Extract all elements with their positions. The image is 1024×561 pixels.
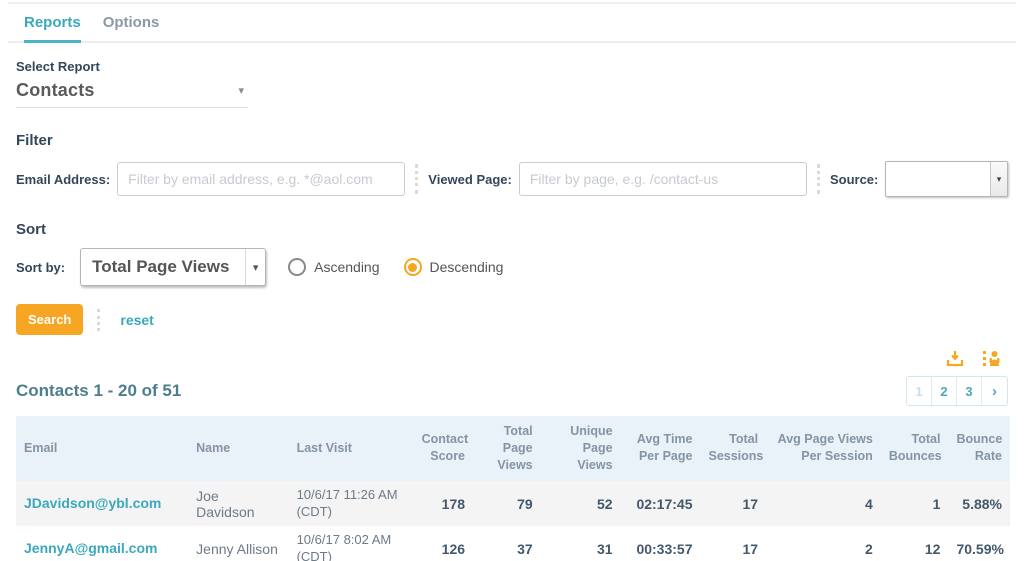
unique-page-views-cell: 52 <box>596 495 613 512</box>
total-sessions-cell: 17 <box>742 541 759 558</box>
tab-bar: Reports Options <box>8 4 1016 43</box>
total-page-views-cell: 79 <box>517 495 533 512</box>
ascending-label: Ascending <box>314 259 380 275</box>
search-button[interactable]: Search <box>16 304 84 335</box>
last-visit-cell: 10/6/17 8:02 AM (CDT) <box>296 532 392 561</box>
total-bounces-cell: 12 <box>924 541 941 558</box>
sort-row: Sort by: Total Page Views ▾ Ascending De… <box>16 248 1008 286</box>
column-header: Name <box>196 440 231 455</box>
filter-heading: Filter <box>16 132 53 149</box>
report-select[interactable]: Contacts ▾ <box>16 77 248 108</box>
column-header: Unique Page Views <box>570 424 613 472</box>
email-filter-label: Email Address: <box>16 171 111 187</box>
page-button-1[interactable]: 1 <box>907 377 932 405</box>
chevron-down-icon: ▾ <box>252 261 259 274</box>
sort-by-label: Sort by: <box>16 259 66 275</box>
viewed-page-filter-input[interactable] <box>518 162 807 196</box>
user-list-icon[interactable] <box>982 349 1002 372</box>
descending-label: Descending <box>429 259 504 275</box>
column-header: Bounce Rate <box>956 432 1003 464</box>
name-cell: Joe Davidson <box>196 487 255 520</box>
chevron-down-icon: ▾ <box>996 173 1002 184</box>
viewed-page-filter-label: Viewed Page: <box>428 171 512 187</box>
sort-direction-group: Ascending Descending <box>288 258 503 276</box>
contact-score-cell: 178 <box>441 495 466 512</box>
column-header: Last Visit <box>296 440 352 455</box>
total-sessions-cell: 17 <box>742 495 759 512</box>
name-cell: Jenny Allison <box>196 541 278 558</box>
column-header: Email <box>24 440 58 455</box>
unique-page-views-cell: 31 <box>596 541 613 558</box>
table-header: Email Name Last Visit Contact Score Total Pa… <box>16 416 1010 481</box>
select-arrow-strip: ▾ <box>989 162 1007 196</box>
bounce-rate-cell: 5.88% <box>962 495 1002 512</box>
contacts-table: Email Name Last Visit Contact Score Total Pa… <box>16 416 1010 561</box>
source-select[interactable]: ▾ <box>885 161 1008 197</box>
tab-options[interactable]: Options <box>103 14 160 41</box>
contact-score-cell: 126 <box>441 541 466 558</box>
filter-row: Email Address: Viewed Page: Source: ▾ <box>16 161 1008 197</box>
contact-email-link[interactable]: JennyA@gmail.com <box>24 540 157 556</box>
download-icon[interactable] <box>946 349 964 372</box>
tab-reports[interactable]: Reports <box>24 14 81 43</box>
table-toolbar <box>16 349 1008 372</box>
results-count-title: Contacts 1 - 20 of 51 <box>16 381 182 400</box>
total-page-views-cell: 37 <box>517 541 533 558</box>
pagination: 1 2 3 › <box>906 376 1008 406</box>
sort-heading: Sort <box>16 221 46 238</box>
column-header: Total Bounces <box>888 432 942 464</box>
actions-row: Search reset <box>16 304 1008 335</box>
ascending-radio[interactable]: Ascending <box>288 258 380 276</box>
column-header: Avg Page Views Per Session <box>777 432 873 464</box>
page-button-3[interactable]: 3 <box>957 377 982 405</box>
column-header: Contact Score <box>421 432 469 464</box>
avg-page-views-per-session-cell: 4 <box>865 495 873 512</box>
total-bounces-cell: 1 <box>932 495 941 512</box>
contact-email-link[interactable]: JDavidson@ybl.com <box>24 495 161 511</box>
radio-selected-icon <box>403 258 422 276</box>
reset-link[interactable]: reset <box>120 312 153 328</box>
select-report-label: Select Report <box>16 59 100 74</box>
table-row: JDavidson@ybl.com Joe Davidson 10/6/17 11:… <box>16 480 1010 527</box>
avg-time-per-page-cell: 02:17:45 <box>636 495 693 512</box>
page-button-2[interactable]: 2 <box>932 377 957 405</box>
chevron-down-icon: ▾ <box>238 85 244 97</box>
results-header: Contacts 1 - 20 of 51 1 2 3 › <box>16 376 1008 406</box>
column-header: Total Page Views <box>497 424 533 472</box>
source-filter-label: Source: <box>829 171 879 187</box>
table-row: JennyA@gmail.com Jenny Allison 10/6/17 8:0… <box>16 526 1010 561</box>
column-header: Avg Time Per Page <box>636 432 693 464</box>
avg-time-per-page-cell: 00:33:57 <box>636 541 693 558</box>
descending-radio[interactable]: Descending <box>403 258 504 276</box>
report-select-value: Contacts <box>16 80 95 100</box>
select-arrow-strip: ▾ <box>245 249 265 285</box>
sort-by-value: Total Page Views <box>92 257 230 276</box>
next-page-button[interactable]: › <box>982 377 1007 405</box>
radio-unselected-icon <box>288 258 307 276</box>
vertical-divider <box>97 308 101 331</box>
email-filter-input[interactable] <box>117 162 406 196</box>
sort-by-select[interactable]: Total Page Views ▾ <box>80 248 267 286</box>
vertical-divider <box>816 164 820 194</box>
bounce-rate-cell: 70.59% <box>956 541 1004 558</box>
avg-page-views-per-session-cell: 2 <box>865 541 873 558</box>
column-header: Total Sessions <box>708 432 764 464</box>
last-visit-cell: 10/6/17 11:26 AM (CDT) <box>296 486 398 519</box>
vertical-divider <box>415 164 419 194</box>
